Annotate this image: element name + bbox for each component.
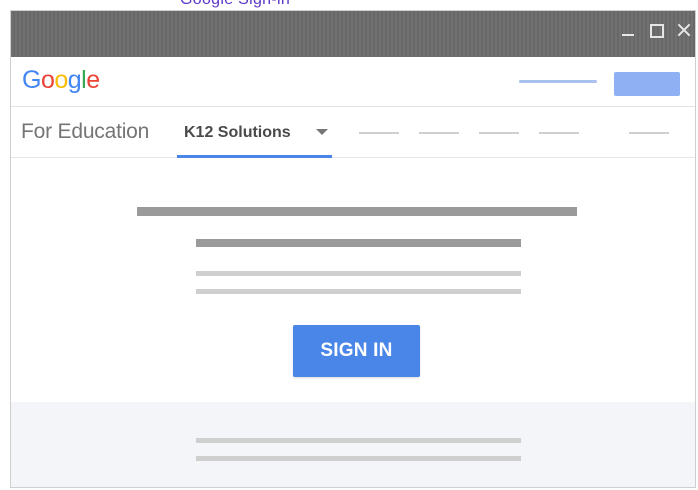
window-controls: [621, 23, 691, 38]
nav-item-placeholder-4[interactable]: [539, 132, 579, 134]
footer-section: [11, 402, 695, 487]
tab-k12-solutions[interactable]: K12 Solutions: [177, 108, 332, 158]
nav-item-placeholder-3[interactable]: [479, 132, 519, 134]
nav-bar: For Education K12 Solutions: [11, 108, 695, 158]
cropped-caption-text: Google Sign-in: [180, 0, 290, 9]
heading-placeholder: [137, 207, 577, 216]
caret-down-icon: [316, 129, 328, 135]
active-tab-indicator: [177, 155, 332, 158]
nav-item-placeholder-5[interactable]: [629, 132, 669, 134]
footer-line-placeholder-2: [196, 456, 521, 461]
minimize-icon[interactable]: [621, 23, 635, 37]
google-logo[interactable]: Google: [22, 65, 100, 95]
sign-in-button[interactable]: SIGN IN: [293, 325, 420, 377]
subheading-placeholder: [196, 239, 521, 247]
nav-brand: For Education: [21, 120, 150, 143]
cropped-caption: Google Sign-in: [0, 0, 698, 10]
text-line-placeholder-1: [196, 271, 521, 276]
nav-item-placeholder-1[interactable]: [359, 132, 399, 134]
maximize-icon[interactable]: [649, 23, 664, 38]
nav-item-placeholder-2[interactable]: [419, 132, 459, 134]
header-action-button[interactable]: [614, 72, 680, 96]
tab-k12-solutions-label: K12 Solutions: [184, 124, 291, 141]
header-link-placeholder[interactable]: [519, 80, 597, 83]
browser-window: Google For Education K12 Solutions SIGN …: [10, 10, 696, 488]
main-content: SIGN IN: [11, 159, 695, 402]
text-line-placeholder-2: [196, 289, 521, 294]
footer-line-placeholder-1: [196, 438, 521, 443]
title-bar: [11, 11, 695, 57]
close-icon[interactable]: [677, 23, 691, 37]
site-header: Google: [11, 57, 695, 107]
